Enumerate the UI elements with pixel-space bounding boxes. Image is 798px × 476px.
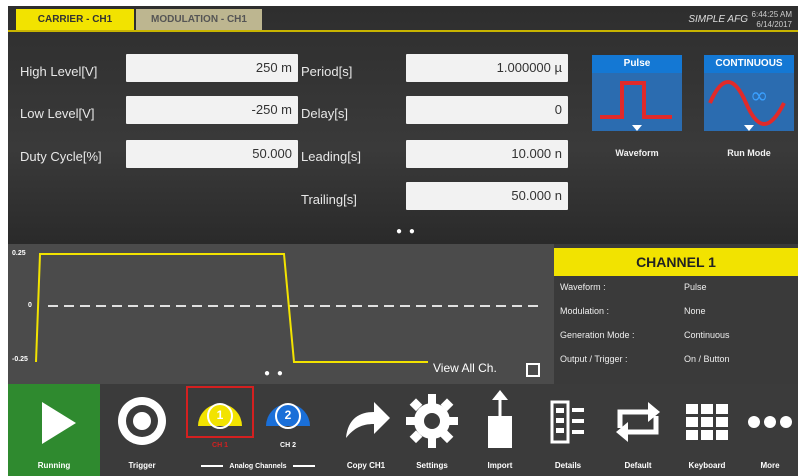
gear-icon	[406, 394, 458, 448]
clock: 6:44:25 AM 6/14/2017	[752, 10, 792, 30]
low-level-label: Low Level[V]	[20, 106, 95, 121]
scope-page-indicator[interactable]: ● ●	[264, 368, 285, 379]
delay-label: Delay[s]	[301, 106, 348, 121]
info-key-generation-mode: Generation Mode :	[560, 330, 635, 340]
tab-carrier-ch1[interactable]: CARRIER - CH1	[16, 9, 134, 30]
info-value-output-trigger: On / Button	[684, 354, 730, 364]
ch2-number: 2	[284, 408, 292, 422]
high-level-field[interactable]: 250 m	[126, 54, 298, 82]
duty-cycle-field[interactable]: 50.000	[126, 140, 298, 168]
channel-info-panel: CHANNEL 1 Waveform : Pulse Modulation : …	[554, 244, 798, 384]
waveform-tile[interactable]	[592, 73, 682, 131]
clock-time: 6:44:25 AM	[751, 10, 792, 19]
y-top-label: 0.25	[12, 250, 26, 257]
leading-label: Leading[s]	[301, 149, 361, 164]
ch1-number: 1	[216, 408, 224, 422]
view-all-label: View All Ch.	[433, 361, 497, 375]
waveform-caption: Waveform	[615, 148, 659, 158]
details-label: Details	[554, 461, 582, 470]
info-value-waveform: Pulse	[684, 282, 707, 292]
pulse-waveform-icon	[600, 81, 672, 131]
duty-cycle-label: Duty Cycle[%]	[20, 149, 102, 164]
more-dots-icon	[748, 416, 792, 428]
continuous-mode-icon: ∞	[708, 80, 786, 131]
settings-button[interactable]: Settings	[400, 384, 464, 476]
leading-field[interactable]: 10.000 n	[406, 140, 568, 168]
info-key-output-trigger: Output / Trigger :	[560, 354, 628, 364]
details-list-icon	[550, 400, 584, 444]
app-brand: SIMPLE AFG	[688, 14, 748, 25]
trailing-label: Trailing[s]	[301, 192, 357, 207]
import-label: Import	[487, 461, 513, 470]
running-button[interactable]: Running	[8, 384, 100, 476]
trigger-label: Trigger	[128, 461, 156, 470]
clock-date: 6/14/2017	[756, 20, 792, 29]
keyboard-label: Keyboard	[688, 461, 726, 470]
y-bottom-label: -0.25	[12, 356, 28, 363]
info-key-waveform: Waveform :	[560, 282, 606, 292]
default-label: Default	[624, 461, 652, 470]
import-icon	[488, 390, 512, 448]
svg-text:∞: ∞	[750, 84, 768, 109]
info-value-generation-mode: Continuous	[684, 330, 730, 340]
trailing-field[interactable]: 50.000 n	[406, 182, 568, 210]
waveform-tile-header[interactable]: Pulse	[592, 55, 682, 73]
carrier-panel: CARRIER - CH1 MODULATION - CH1 SIMPLE AF…	[8, 6, 798, 244]
low-level-field[interactable]: -250 m	[126, 96, 298, 124]
running-label: Running	[37, 461, 71, 470]
ch2-caption: CH 2	[280, 442, 296, 449]
info-key-modulation: Modulation :	[560, 306, 610, 316]
run-mode-tile[interactable]: ∞	[704, 73, 794, 131]
delay-field[interactable]: 0	[406, 96, 568, 124]
details-button[interactable]: Details	[538, 384, 598, 476]
waveform-preview: 0.25 0 -0.25 ● ● View All Ch.	[8, 244, 554, 384]
trigger-icon	[118, 397, 166, 445]
tab-modulation-ch1[interactable]: MODULATION - CH1	[136, 9, 262, 30]
copy-ch1-button[interactable]: Copy CH1	[334, 384, 398, 476]
run-mode-caption: Run Mode	[727, 148, 771, 158]
bottom-toolbar: Running Trigger 1 CH 1 2 CH 2 Analog Cha…	[8, 384, 798, 476]
run-mode-tile-header[interactable]: CONTINUOUS	[704, 55, 794, 73]
awg-app: CARRIER - CH1 MODULATION - CH1 SIMPLE AF…	[0, 0, 798, 476]
keyboard-icon	[686, 404, 728, 440]
more-button[interactable]: More	[742, 384, 798, 476]
more-label: More	[760, 461, 780, 470]
view-all-checkbox[interactable]	[526, 363, 540, 377]
info-value-modulation: None	[684, 306, 706, 316]
page-indicator[interactable]: ● ●	[396, 226, 417, 237]
play-icon	[42, 402, 76, 444]
ch1-caption: CH 1	[212, 442, 228, 449]
copy-arrow-icon	[346, 402, 390, 438]
keyboard-button[interactable]: Keyboard	[674, 384, 740, 476]
tab-bar: CARRIER - CH1 MODULATION - CH1 SIMPLE AF…	[8, 6, 798, 32]
settings-label: Settings	[416, 461, 448, 470]
period-field[interactable]: 1.000000 µ	[406, 54, 568, 82]
y-mid-label: 0	[28, 302, 32, 309]
reset-arrows-icon	[616, 402, 660, 442]
high-level-label: High Level[V]	[20, 64, 98, 79]
import-button[interactable]: Import	[470, 384, 530, 476]
period-label: Period[s]	[301, 64, 353, 79]
trigger-button[interactable]: Trigger	[106, 384, 178, 476]
channel-title: CHANNEL 1	[554, 248, 798, 276]
copy-ch1-label: Copy CH1	[346, 461, 386, 470]
analog-channels-label: Analog Channels	[183, 463, 333, 470]
default-button[interactable]: Default	[606, 384, 670, 476]
